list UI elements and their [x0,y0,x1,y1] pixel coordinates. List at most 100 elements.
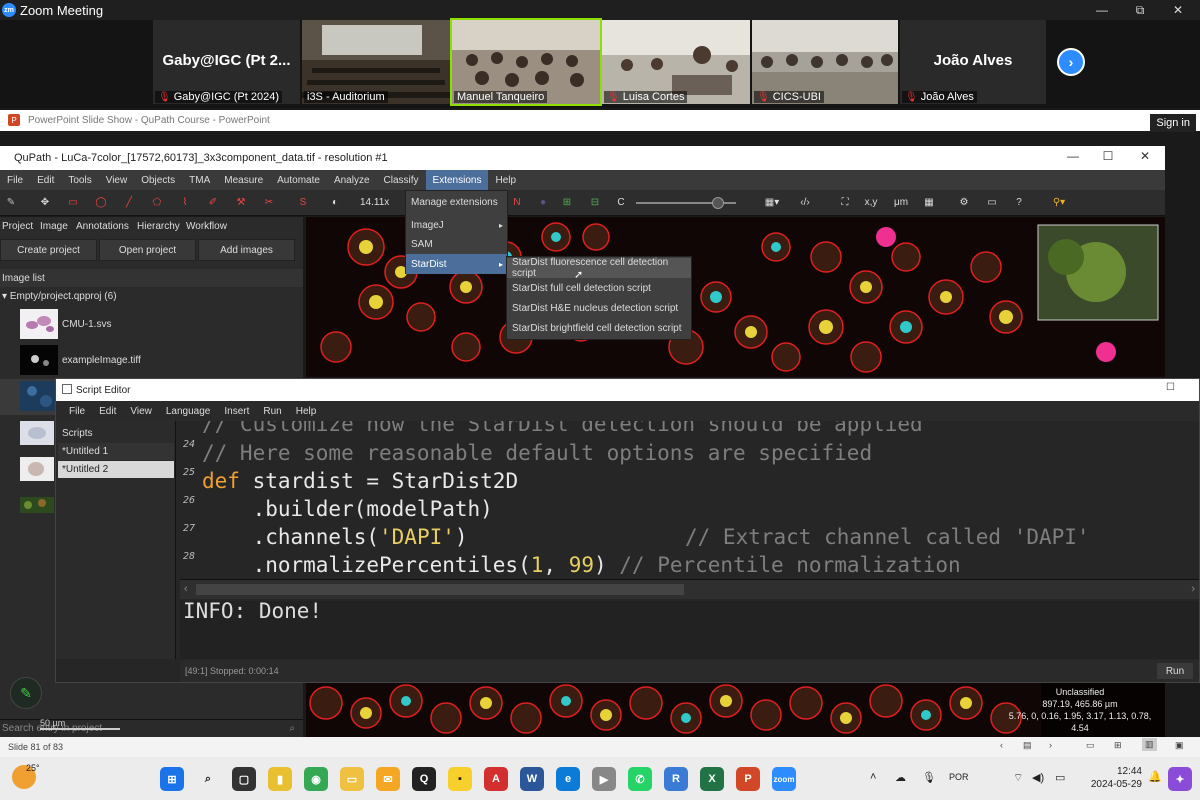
tab-image[interactable]: Image [40,221,68,232]
chrome-icon[interactable]: ◉ [304,767,328,791]
grid-icon[interactable]: ▦▾ [758,194,786,211]
notifications-icon[interactable]: 🔔 [1148,770,1162,783]
script-item[interactable]: *Untitled 2 [58,461,174,478]
horizontal-scrollbar[interactable]: ‹ › [180,579,1199,599]
menu-file[interactable]: File [62,401,92,421]
add-images-button[interactable]: Add images [198,239,295,261]
menu-edit[interactable]: Edit [30,170,61,190]
preferences-icon[interactable]: ⚙ [955,194,973,211]
participant-tile-gaby[interactable]: Gaby@IGC (Pt 2... 🎙 Gaby@IGC (Pt 2024) [153,20,300,104]
tab-annotations[interactable]: Annotations [76,221,129,232]
pixel-classifier-icon[interactable]: ⚲▾ [1044,194,1074,211]
menu-view[interactable]: View [123,401,159,421]
menu-item-stardist-brightfield[interactable]: StarDist brightfield cell detection scri… [507,318,691,338]
menu-item-stardist-he[interactable]: StarDist H&E nucleus detection script [507,298,691,318]
menu-item-sam[interactable]: SAM [406,234,507,254]
list-item[interactable]: exampleImage.tiff [0,343,303,379]
image-thumbnail[interactable] [20,421,54,445]
menu-tools[interactable]: Tools [61,170,98,190]
tab-workflow[interactable]: Workflow [186,221,227,232]
search-icon[interactable]: ⌕ [196,767,220,791]
edge-icon[interactable]: e [556,767,580,791]
menu-insert[interactable]: Insert [217,401,256,421]
measure-tool-icon[interactable]: ✎ [2,194,20,211]
move-tool-icon[interactable]: ✥ [36,194,54,211]
create-project-button[interactable]: Create project [0,239,97,261]
show-detections-icon[interactable]: ⊟ [586,194,604,211]
whatsapp-icon[interactable]: ✆ [628,767,652,791]
show-cells-icon[interactable]: C [612,194,630,211]
chevron-right-icon[interactable]: › [1191,583,1195,595]
menu-edit[interactable]: Edit [92,401,123,421]
windows-start-icon[interactable]: ⊞ [160,767,184,791]
rectangle-tool-icon[interactable]: ▭ [64,194,82,211]
show-coordinates-icon[interactable]: x,y [862,194,880,211]
chevron-left-icon[interactable]: ‹ [184,583,188,595]
menu-item-stardist-fluorescence[interactable]: StarDist fluorescence cell detection scr… [507,257,691,279]
pdf-icon[interactable]: A [484,767,508,791]
maximize-icon[interactable]: ⧉ [1122,0,1158,20]
tab-project[interactable]: Project [2,221,33,232]
log-icon[interactable]: ▭ [983,194,1001,211]
chevron-right-icon[interactable]: › [1049,740,1052,750]
menu-item-imagej[interactable]: ImageJ ▸ [406,215,507,235]
maximize-icon[interactable]: ☐ [1166,382,1175,393]
sticky-notes-icon[interactable]: ▪ [448,767,472,791]
brightness-contrast-icon[interactable]: ◐ [326,194,344,211]
menu-automate[interactable]: Automate [270,170,327,190]
selection-mode-icon[interactable]: S [294,194,312,211]
menu-view[interactable]: View [99,170,135,190]
tab-hierarchy[interactable]: Hierarchy [137,221,180,232]
polygon-tool-icon[interactable]: ⬠ [148,194,166,211]
app-r-icon[interactable]: R [664,767,688,791]
opacity-slider-handle[interactable] [712,197,724,209]
list-item[interactable]: CMU-1.svs [0,307,303,343]
normal-view-icon[interactable]: ▭ [1086,740,1095,751]
image-thumbnail[interactable] [20,457,54,481]
close-icon[interactable]: ✕ [1160,0,1196,20]
show-tma-icon[interactable]: ⊞ [558,194,576,211]
reading-view-icon[interactable]: ▥ [1142,738,1157,751]
show-annotations-icon[interactable]: N [508,194,526,211]
menu-item-stardist-full-cell[interactable]: StarDist full cell detection script [507,278,691,298]
edit-icon[interactable]: ✎ [10,677,42,709]
menu-item-stardist[interactable]: StarDist ▸ [406,254,507,274]
help-icon[interactable]: ? [1010,194,1028,211]
cloud-icon[interactable]: ☁ [895,771,906,784]
menu-run[interactable]: Run [256,401,288,421]
menu-tma[interactable]: TMA [182,170,217,190]
slide-sorter-view-icon[interactable]: ⊞ [1114,740,1122,751]
copilot-icon[interactable]: ✦ [1168,767,1192,791]
microphone-icon[interactable]: 🎙 [922,771,936,784]
volume-icon[interactable]: ◀) [1032,771,1044,784]
ellipse-tool-icon[interactable]: ◯ [92,194,110,211]
open-project-button[interactable]: Open project [99,239,196,261]
menu-measure[interactable]: Measure [217,170,270,190]
zoom-icon[interactable]: zoom [772,767,796,791]
menu-help[interactable]: Help [289,401,324,421]
maximize-icon[interactable]: ☐ [1090,146,1126,166]
excel-icon[interactable]: X [700,767,724,791]
app-icon[interactable]: ✉ [376,767,400,791]
menu-language[interactable]: Language [159,401,218,421]
run-button[interactable]: Run [1157,663,1193,679]
scale-bar-icon[interactable]: μm [892,194,910,211]
clock[interactable]: 12:44 2024-05-29 [1082,765,1142,791]
menu-help[interactable]: Help [488,170,523,190]
slide-sorter-icon[interactable]: ▤ [1023,740,1032,751]
participant-tile-luisa[interactable]: 🎙 Luisa Cortes [602,20,750,104]
minimize-icon[interactable]: — [1055,146,1091,166]
participant-tile-manuel[interactable]: Manuel Tanqueiro [450,18,602,106]
fill-annotations-icon[interactable]: ● [534,194,552,211]
polyline-tool-icon[interactable]: ⌇ [176,194,194,211]
next-page-button[interactable]: › [1057,48,1085,76]
menu-item-manage-extensions[interactable]: Manage extensions [406,192,507,212]
wand-tool-icon[interactable]: ⚒ [232,194,250,211]
word-icon[interactable]: W [520,767,544,791]
grid-overlay-icon[interactable]: ▦ [920,194,938,211]
wifi-icon[interactable]: ⌔ [1013,771,1023,785]
points-tool-icon[interactable]: ✂ [260,194,278,211]
zoom-to-fit-icon[interactable]: ⛶ [836,194,854,211]
image-thumbnail[interactable] [20,497,54,513]
file-explorer-icon[interactable]: ▮ [268,767,292,791]
